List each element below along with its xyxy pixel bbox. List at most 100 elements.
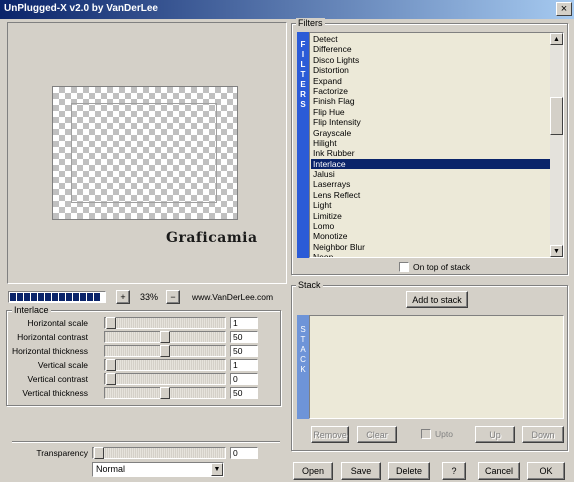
upto-checkbox[interactable]: [421, 429, 431, 439]
transparency-value[interactable]: 0: [230, 447, 258, 459]
filters-group-label: Filters: [296, 18, 325, 28]
param-slider[interactable]: [104, 317, 226, 329]
filter-item[interactable]: Jalusi: [311, 169, 551, 179]
ok-button[interactable]: OK: [527, 462, 565, 480]
save-button[interactable]: Save: [341, 462, 381, 480]
dropdown-button[interactable]: ▼: [211, 463, 223, 476]
filter-items: Detect Difference Disco Lights Distortion Ex…: [311, 34, 551, 257]
progress-segment: [17, 293, 23, 301]
scroll-down-button[interactable]: ▼: [550, 245, 563, 257]
param-value[interactable]: 1: [230, 317, 258, 329]
add-to-stack-button[interactable]: Add to stack: [406, 291, 468, 308]
param-slider-thumb[interactable]: [160, 387, 170, 399]
cancel-button[interactable]: Cancel: [478, 462, 520, 480]
delete-button[interactable]: Delete: [388, 462, 430, 480]
stack-list[interactable]: [309, 315, 564, 419]
param-slider-thumb[interactable]: [106, 317, 116, 329]
chevron-down-icon: ▼: [213, 466, 221, 473]
filter-item[interactable]: Lomo: [311, 221, 551, 231]
filter-item[interactable]: Neighbor Blur: [311, 242, 551, 252]
param-label: Vertical thickness: [22, 388, 88, 398]
filter-item[interactable]: Grayscale: [311, 128, 551, 138]
filter-item[interactable]: Factorize: [311, 86, 551, 96]
watermark-text: Graficamia: [166, 230, 258, 246]
filter-item[interactable]: Difference: [311, 44, 551, 54]
param-label: Vertical contrast: [27, 374, 88, 384]
preview-image[interactable]: [52, 86, 238, 220]
progress-segment: [45, 293, 51, 301]
filter-item[interactable]: Laserrays: [311, 179, 551, 189]
param-value[interactable]: 50: [230, 387, 258, 399]
transparency-slider-thumb[interactable]: [94, 447, 104, 459]
filter-item[interactable]: Distortion: [311, 65, 551, 75]
upto-label: Upto: [435, 429, 453, 439]
progress-segment: [10, 293, 16, 301]
progress-segment: [66, 293, 72, 301]
stack-vertical-label: STACK: [297, 315, 309, 419]
param-label: Horizontal thickness: [11, 346, 88, 356]
filter-item[interactable]: Limitize: [311, 211, 551, 221]
separator: [12, 441, 280, 443]
filter-item[interactable]: Light: [311, 200, 551, 210]
filter-item[interactable]: Lens Reflect: [311, 190, 551, 200]
param-slider[interactable]: [104, 373, 226, 385]
filter-item[interactable]: Finish Flag: [311, 96, 551, 106]
stack-vertical-text: STACK: [300, 325, 306, 374]
filter-item[interactable]: Ink Rubber: [311, 148, 551, 158]
filter-list[interactable]: Detect Difference Disco Lights Distortion Ex…: [309, 32, 564, 258]
preview-frame-outline: [71, 103, 217, 203]
zoom-out-button[interactable]: −: [166, 290, 180, 304]
filter-item[interactable]: Monotize: [311, 231, 551, 241]
filter-scrollbar[interactable]: ▲ ▼: [550, 33, 563, 257]
filter-item[interactable]: Flip Hue: [311, 107, 551, 117]
filters-vertical-label: FILTERS: [297, 32, 309, 258]
filter-item[interactable]: Detect: [311, 34, 551, 44]
param-value[interactable]: 50: [230, 331, 258, 343]
blend-mode-select[interactable]: Normal ▼: [92, 462, 224, 477]
param-slider[interactable]: [104, 359, 226, 371]
open-button[interactable]: Open: [293, 462, 333, 480]
filter-item[interactable]: Flip Intensity: [311, 117, 551, 127]
param-label: Horizontal scale: [27, 318, 88, 328]
zoom-in-button[interactable]: +: [116, 290, 130, 304]
arrow-down-icon: ▼: [553, 248, 560, 255]
interlace-group-label: Interlace: [12, 305, 51, 315]
on-top-label: On top of stack: [413, 262, 471, 272]
zoom-value: 33%: [139, 292, 158, 302]
param-slider-thumb[interactable]: [106, 373, 116, 385]
on-top-checkbox[interactable]: [399, 262, 409, 272]
filter-item[interactable]: Expand: [311, 76, 551, 86]
param-slider[interactable]: [104, 387, 226, 399]
param-slider-thumb[interactable]: [106, 359, 116, 371]
param-slider[interactable]: [104, 331, 226, 343]
website-link[interactable]: www.VanDerLee.com: [192, 292, 273, 302]
down-button[interactable]: Down: [522, 426, 564, 443]
progress-segment: [73, 293, 79, 301]
close-button[interactable]: ×: [556, 2, 572, 16]
filter-item[interactable]: Interlace: [311, 158, 551, 170]
param-value[interactable]: 0: [230, 373, 258, 385]
filter-item[interactable]: Neon: [311, 252, 551, 257]
param-value[interactable]: 1: [230, 359, 258, 371]
progress-segment: [31, 293, 37, 301]
filter-item[interactable]: Hilight: [311, 138, 551, 148]
scroll-thumb[interactable]: [550, 97, 563, 135]
param-slider[interactable]: [104, 345, 226, 357]
param-label: Horizontal contrast: [17, 332, 88, 342]
up-button[interactable]: Up: [475, 426, 515, 443]
transparency-slider[interactable]: [92, 447, 226, 459]
scroll-up-button[interactable]: ▲: [550, 33, 563, 45]
help-button[interactable]: ?: [442, 462, 466, 480]
close-icon: ×: [560, 3, 568, 15]
clear-button[interactable]: Clear: [357, 426, 397, 443]
progress-segment: [80, 293, 86, 301]
progress-segment: [24, 293, 30, 301]
param-slider-thumb[interactable]: [160, 331, 170, 343]
remove-button[interactable]: Remove: [311, 426, 349, 443]
progress-segment: [52, 293, 58, 301]
param-slider-thumb[interactable]: [160, 345, 170, 357]
window-title: UnPlugged-X v2.0 by VanDerLee: [4, 3, 158, 14]
param-value[interactable]: 50: [230, 345, 258, 357]
stack-group-label: Stack: [296, 280, 323, 290]
filter-item[interactable]: Disco Lights: [311, 55, 551, 65]
